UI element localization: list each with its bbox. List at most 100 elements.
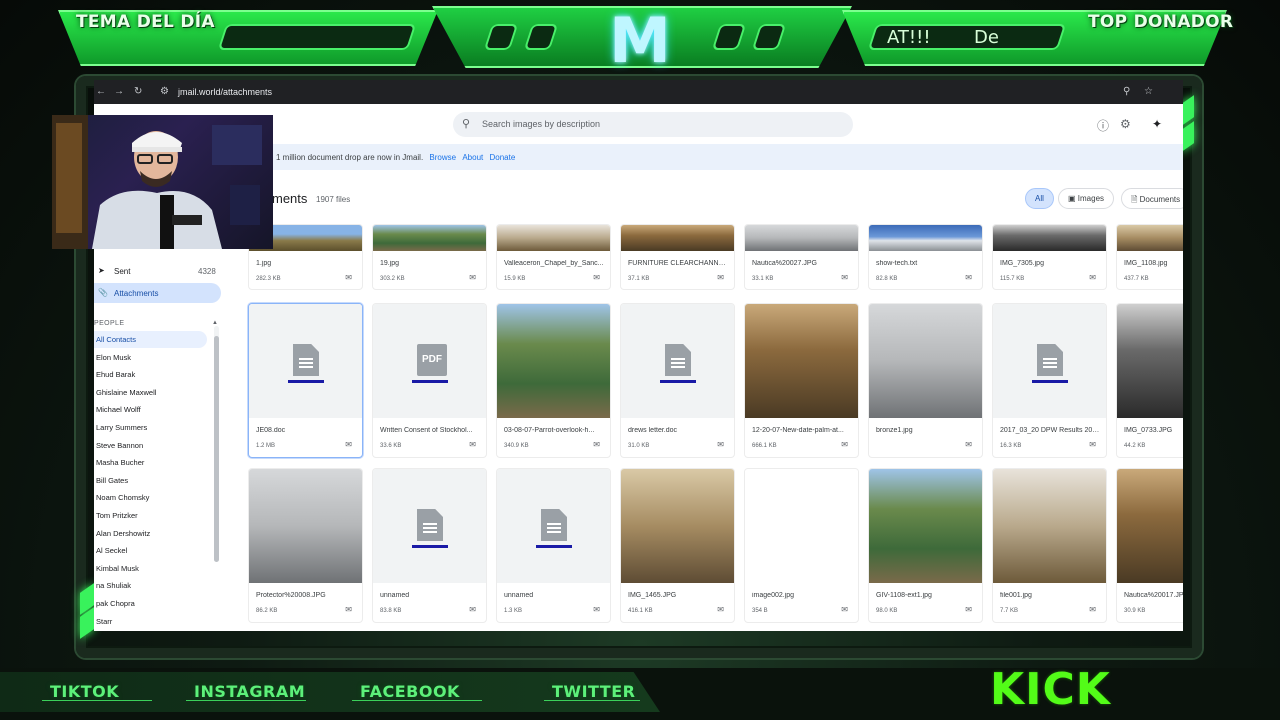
attachment-thumbnail[interactable] — [1117, 469, 1183, 583]
attachment-tile[interactable]: Nautica%20017.JPG30.9 KB✉ — [1116, 468, 1183, 623]
attachment-tile[interactable]: unnamed 83.8 KB ✉ — [372, 468, 487, 623]
attachment-thumbnail[interactable] — [249, 304, 362, 418]
forward-arrow-icon[interactable]: → — [114, 86, 124, 97]
attachment-thumbnail[interactable] — [993, 304, 1106, 418]
open-email-icon[interactable]: ✉ — [841, 440, 848, 449]
open-email-icon[interactable]: ✉ — [1089, 605, 1096, 614]
attachment-tile[interactable]: show-tech.txt 82.8 KB ✉ — [868, 224, 983, 290]
open-email-icon[interactable]: ✉ — [841, 605, 848, 614]
attachment-thumbnail[interactable] — [249, 469, 362, 583]
reload-icon[interactable]: ↻ — [134, 86, 142, 97]
image-search-input[interactable]: ⚲ Search images by description — [453, 112, 853, 137]
open-email-icon[interactable]: ✉ — [1089, 440, 1096, 449]
open-email-icon[interactable]: ✉ — [965, 440, 972, 449]
contact-item[interactable]: Ehud Barak — [96, 370, 135, 379]
site-info-icon[interactable]: ⚙ — [160, 86, 169, 97]
open-email-icon[interactable]: ✉ — [345, 605, 352, 614]
bookmark-star-icon[interactable]: ☆ — [1144, 86, 1153, 97]
attachment-tile[interactable]: 2017_03_20 DPW Results 201... 16.3 KB ✉ — [992, 303, 1107, 458]
attachment-thumbnail[interactable] — [373, 469, 486, 583]
attachment-tile[interactable]: IMG_1108.jpg437.7 KB✉ — [1116, 224, 1183, 290]
attachment-tile[interactable]: file001.jpg 7.7 KB ✉ — [992, 468, 1107, 623]
attachment-tile[interactable]: GIV-1108-ext1.jpg 98.0 KB ✉ — [868, 468, 983, 623]
attachment-tile[interactable]: JE08.doc 1.2 MB ✉ — [248, 303, 363, 458]
open-email-icon[interactable]: ✉ — [1089, 273, 1096, 282]
attachment-tile[interactable]: Nautica%20027.JPG 33.1 KB ✉ — [744, 224, 859, 290]
attachment-tile[interactable]: drews letter.doc 31.0 KB ✉ — [620, 303, 735, 458]
about-link[interactable]: About — [462, 153, 483, 162]
attachment-thumbnail[interactable] — [1117, 225, 1183, 251]
open-email-icon[interactable]: ✉ — [717, 440, 724, 449]
attachment-tile[interactable]: Valleaceron_Chapel_by_Sanc... 15.9 KB ✉ — [496, 224, 611, 290]
attachment-tile[interactable]: image002.jpg 354 B ✉ — [744, 468, 859, 623]
attachment-tile[interactable]: 19.jpg 303.2 KB ✉ — [372, 224, 487, 290]
attachment-tile[interactable]: FURNITURE CLEARCHANNE... 37.1 KB ✉ — [620, 224, 735, 290]
attachment-tile[interactable]: 12-20-07-New-date-palm-at... 666.1 KB ✉ — [744, 303, 859, 458]
contact-item[interactable]: Larry Summers — [96, 423, 147, 432]
attachment-thumbnail[interactable] — [1117, 304, 1183, 418]
attachment-thumbnail[interactable] — [869, 225, 982, 251]
url-text[interactable]: jmail.world/attachments — [178, 87, 272, 97]
back-arrow-icon[interactable]: ← — [96, 86, 106, 97]
attachment-tile[interactable]: unnamed 1.3 KB ✉ — [496, 468, 611, 623]
browse-link[interactable]: Browse — [429, 153, 456, 162]
contacts-scroll-thumb[interactable] — [214, 336, 219, 562]
contact-item[interactable]: Steve Bannon — [96, 441, 143, 450]
attachment-thumbnail[interactable] — [869, 304, 982, 418]
attachment-thumbnail[interactable] — [745, 225, 858, 251]
contact-item[interactable]: Kimbal Musk — [96, 564, 139, 573]
open-email-icon[interactable]: ✉ — [345, 440, 352, 449]
contact-item[interactable]: All Contacts — [96, 335, 136, 344]
attachment-tile[interactable]: IMG_1465.JPG 416.1 KB ✉ — [620, 468, 735, 623]
attachment-thumbnail[interactable] — [745, 469, 858, 583]
contact-item[interactable]: Noam Chomsky — [96, 493, 149, 502]
contact-item[interactable]: Ghislaine Maxwell — [96, 388, 156, 397]
attachment-tile[interactable]: PDF Written Consent of Stockhol... 33.6 KB… — [372, 303, 487, 458]
attachment-thumbnail[interactable] — [993, 469, 1106, 583]
open-email-icon[interactable]: ✉ — [841, 273, 848, 282]
contact-item[interactable]: Michael Wolff — [96, 405, 141, 414]
contact-item[interactable]: Starr — [96, 617, 112, 626]
attachment-tile[interactable]: Protector%20008.JPG 86.2 KB ✉ — [248, 468, 363, 623]
attachment-thumbnail[interactable] — [497, 225, 610, 251]
contact-item[interactable]: Masha Bucher — [96, 458, 144, 467]
attachment-thumbnail[interactable] — [621, 304, 734, 418]
filter-images[interactable]: ▣ Images — [1058, 188, 1115, 209]
contact-item[interactable]: Bill Gates — [96, 476, 128, 485]
open-email-icon[interactable]: ✉ — [469, 440, 476, 449]
attachment-thumbnail[interactable] — [993, 225, 1106, 251]
open-email-icon[interactable]: ✉ — [593, 273, 600, 282]
open-email-icon[interactable]: ✉ — [593, 605, 600, 614]
contact-item[interactable]: na Shuliak — [96, 581, 131, 590]
contact-item[interactable]: Al Seckel — [96, 546, 127, 555]
zoom-icon[interactable]: ⚲ — [1123, 86, 1130, 97]
donate-link[interactable]: Donate — [489, 153, 515, 162]
sidebar-item-attachments[interactable]: Attachments — [114, 289, 158, 298]
open-email-icon[interactable]: ✉ — [469, 605, 476, 614]
attachment-thumbnail[interactable] — [497, 469, 610, 583]
sparkle-icon[interactable]: ✦ — [1152, 117, 1162, 131]
attachment-thumbnail[interactable] — [869, 469, 982, 583]
contact-item[interactable]: Elon Musk — [96, 353, 131, 362]
contact-item[interactable]: Alan Dershowitz — [96, 529, 150, 538]
filter-documents[interactable]: 🗎 Documents — [1121, 188, 1183, 209]
open-email-icon[interactable]: ✉ — [965, 273, 972, 282]
attachment-tile[interactable]: 03-08-07-Parrot-overlook-h... 340.9 KB ✉ — [496, 303, 611, 458]
attachment-thumbnail[interactable]: PDF — [373, 304, 486, 418]
attachment-thumbnail[interactable] — [621, 225, 734, 251]
open-email-icon[interactable]: ✉ — [717, 273, 724, 282]
scroll-up-icon[interactable]: ▲ — [212, 320, 218, 326]
open-email-icon[interactable]: ✉ — [469, 273, 476, 282]
open-email-icon[interactable]: ✉ — [965, 605, 972, 614]
open-email-icon[interactable]: ✉ — [345, 273, 352, 282]
open-email-icon[interactable]: ✉ — [717, 605, 724, 614]
contact-item[interactable]: pak Chopra — [96, 599, 135, 608]
attachment-thumbnail[interactable] — [621, 469, 734, 583]
attachment-thumbnail[interactable] — [497, 304, 610, 418]
attachment-tile[interactable]: IMG_7305.jpg 115.7 KB ✉ — [992, 224, 1107, 290]
attachment-tile[interactable]: bronze1.jpg ✉ — [868, 303, 983, 458]
filter-all[interactable]: All — [1025, 188, 1054, 209]
attachment-thumbnail[interactable] — [373, 225, 486, 251]
contact-item[interactable]: Tom Pritzker — [96, 511, 138, 520]
attachment-tile[interactable]: IMG_0733.JPG44.2 KB✉ — [1116, 303, 1183, 458]
